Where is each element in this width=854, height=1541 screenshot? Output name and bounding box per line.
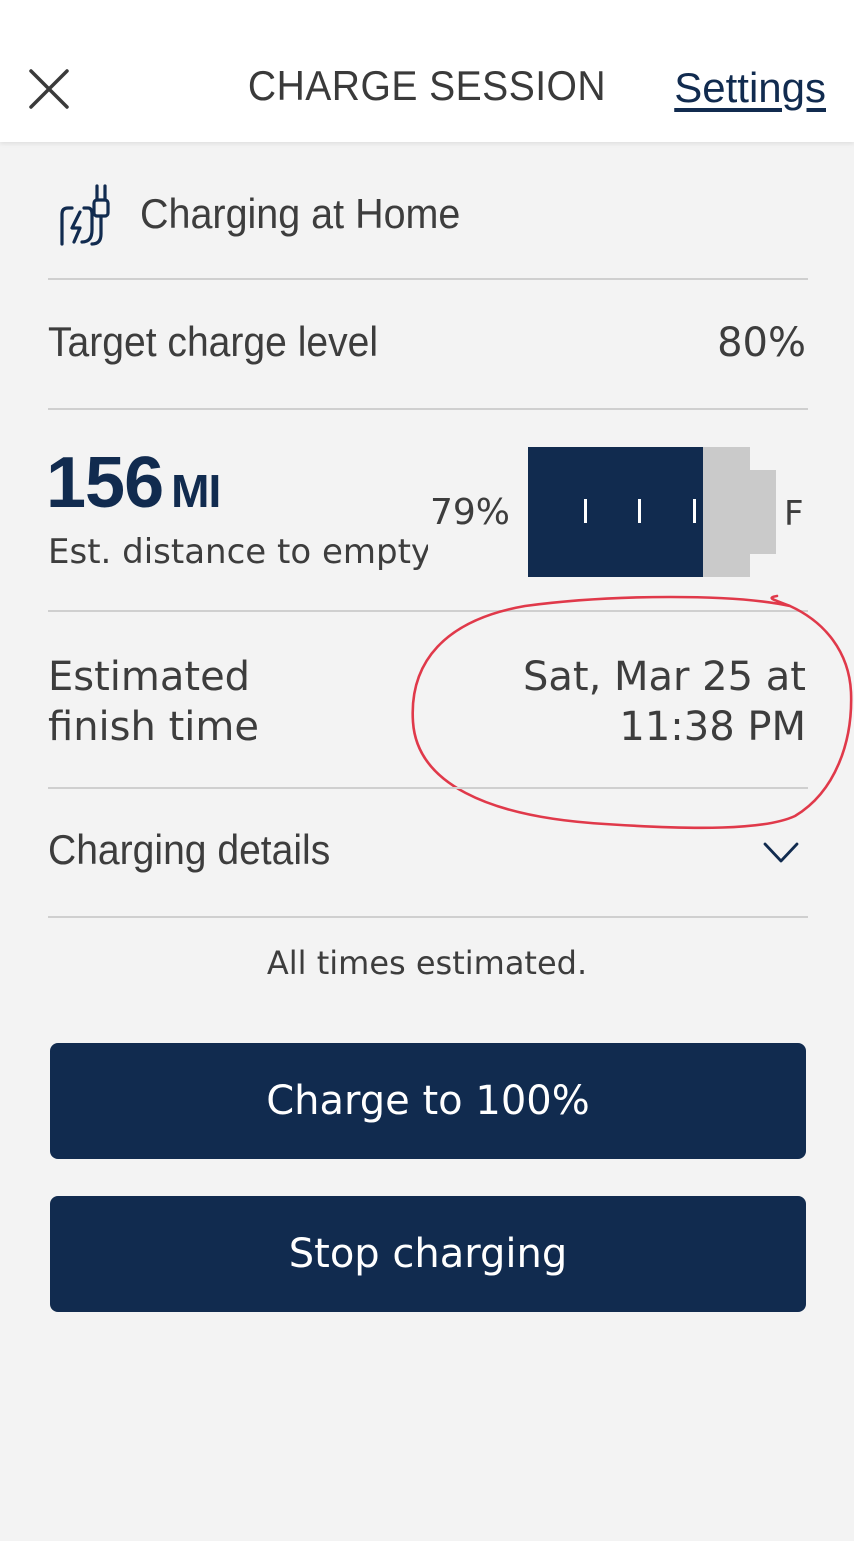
divider [48, 610, 808, 612]
finish-time-value-line1: Sat, Mar 25 at [522, 654, 806, 700]
target-charge-value[interactable]: 80% [717, 320, 806, 366]
battery-tick [693, 499, 696, 523]
estimate-note: All times estimated. [266, 944, 588, 982]
finish-time-label: Estimated finish time [48, 652, 259, 752]
range-number: 156 [46, 443, 164, 523]
charging-location-label: Charging at Home [140, 190, 461, 237]
finish-time-label-line2: finish time [48, 704, 259, 750]
battery-tick [584, 499, 587, 523]
battery-full-label: F [784, 494, 804, 534]
battery-gauge [528, 447, 750, 577]
divider [48, 278, 808, 280]
finish-time-value-line2: 11:38 PM [619, 704, 806, 750]
divider [48, 408, 808, 410]
range-value: 156 MI [46, 442, 221, 524]
battery-fill [528, 447, 703, 577]
battery-cap [750, 470, 776, 554]
finish-time-value: Sat, Mar 25 at 11:38 PM [523, 652, 806, 752]
chevron-down-icon[interactable] [762, 840, 800, 866]
charge-to-100-button[interactable]: Charge to 100% [50, 1043, 806, 1159]
range-caption: Est. distance to empty [48, 532, 428, 572]
charging-location-row: Charging at Home [48, 170, 808, 270]
charging-details-label[interactable]: Charging details [48, 826, 330, 874]
stop-charging-button[interactable]: Stop charging [50, 1196, 806, 1312]
battery-tick [638, 499, 641, 523]
divider [48, 916, 808, 918]
divider [48, 787, 808, 789]
battery-percent: 79% [430, 492, 511, 533]
ev-plug-icon [60, 184, 110, 246]
app-header: CHARGE SESSION Settings [0, 0, 854, 142]
range-unit: MI [171, 465, 221, 517]
finish-time-label-line1: Estimated [48, 654, 251, 700]
target-charge-label: Target charge level [48, 318, 379, 365]
settings-link[interactable]: Settings [674, 64, 826, 112]
